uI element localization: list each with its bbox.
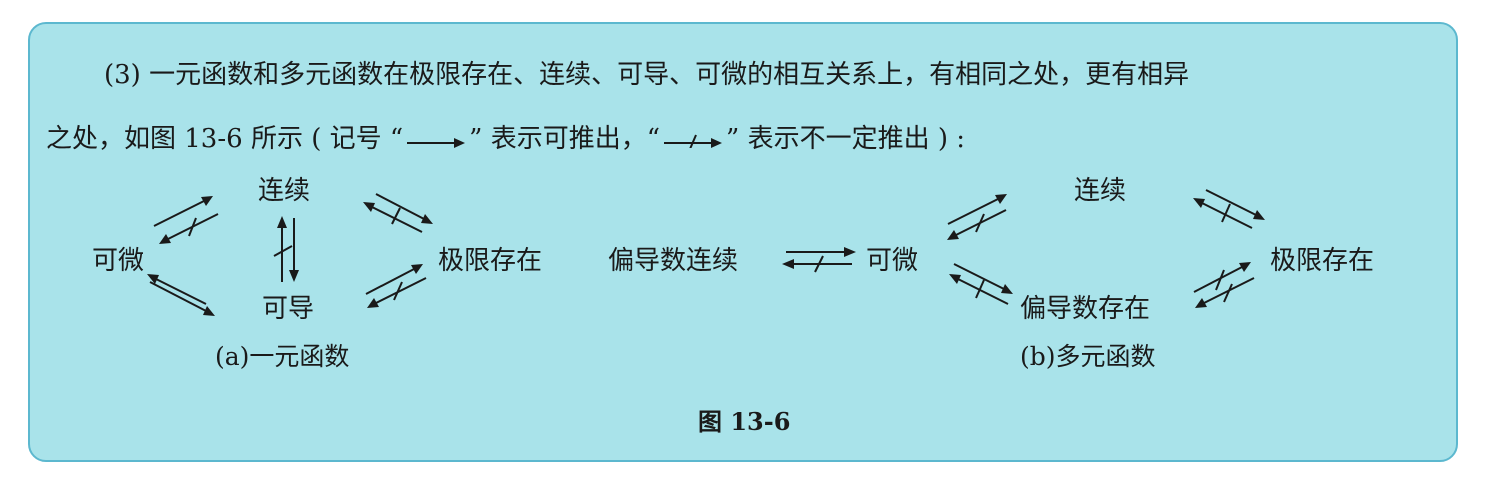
arrow-b-cont-to-limit	[1205, 189, 1265, 220]
arrow-a-diff-to-deriv	[149, 281, 215, 316]
fig-b-arrows	[782, 189, 1265, 308]
arrow-b-limit-to-pexist-not	[1195, 277, 1255, 308]
arrow-a-deriv-to-diff	[147, 274, 207, 305]
arrow-b-pexist-to-limit-not	[1193, 262, 1251, 293]
arrow-a-limit-to-cont-not	[363, 202, 423, 233]
arrow-b-diff-to-cont	[947, 194, 1007, 225]
arrow-b-pexist-to-diff-not	[949, 274, 1009, 305]
arrow-b-limit-to-cont-not	[1193, 198, 1253, 229]
arrow-a-cont-to-limit	[375, 193, 433, 224]
fig-a-arrows	[147, 193, 433, 316]
arrow-a-limit-to-deriv-not	[367, 277, 427, 308]
relation-arrows	[147, 189, 1265, 316]
arrow-a-deriv-to-limit	[365, 264, 423, 295]
arrow-a-cont-to-deriv	[289, 218, 299, 282]
arrow-b-diff-to-pcont-not	[782, 255, 852, 273]
arrow-b-cont-to-diff-not	[947, 209, 1007, 240]
arrow-b-pcont-to-diff	[786, 247, 856, 257]
content-box: (3) 一元函数和多元函数在极限存在、连续、可导、可微的相互关系上，有相同之处，…	[28, 22, 1458, 462]
arrow-a-deriv-to-cont-not	[273, 216, 293, 282]
arrow-b-diff-to-pexist	[953, 263, 1013, 294]
